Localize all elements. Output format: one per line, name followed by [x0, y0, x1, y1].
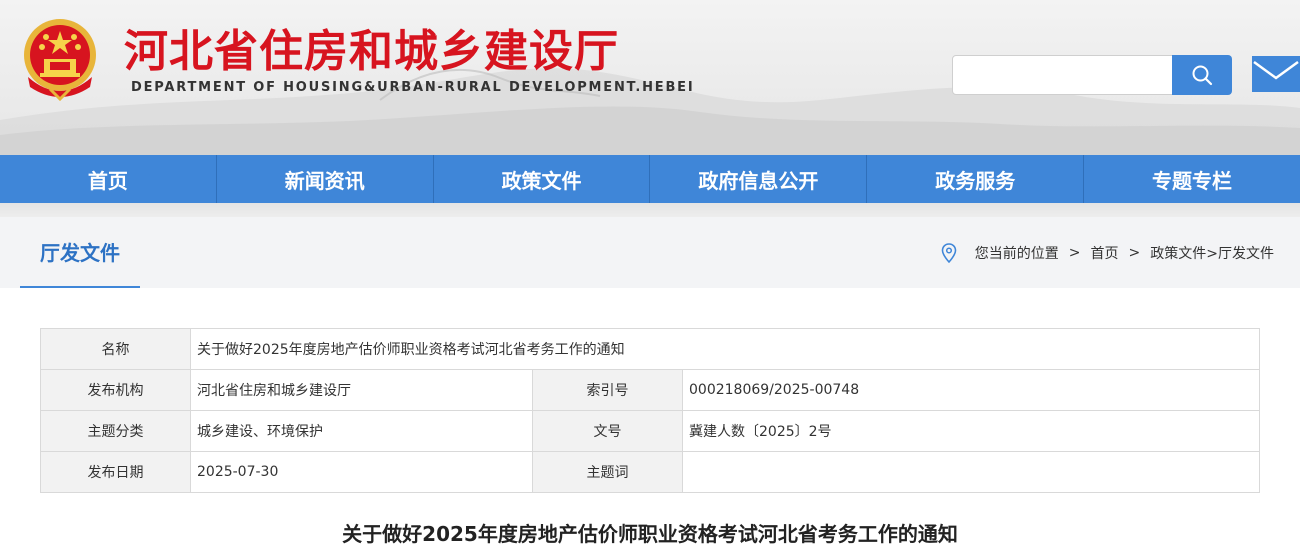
index-value: 000218069/2025-00748 — [682, 369, 1260, 411]
breadcrumb-location-label: 您当前的位置 — [974, 246, 1059, 262]
breadcrumb-separator: > — [1068, 245, 1081, 261]
site-header: 河北省住房和城乡建设厅 DEPARTMENT OF HOUSING&URBAN-… — [0, 0, 1300, 155]
mail-icon — [1253, 60, 1299, 80]
topic-label: 主题分类 — [40, 410, 191, 452]
keywords-value — [682, 451, 1260, 493]
name-value: 关于做好2025年度房地产估价师职业资格考试河北省考务工作的通知 — [190, 328, 1260, 370]
document-title: 关于做好2025年度房地产估价师职业资格考试河北省考务工作的通知 — [342, 522, 958, 546]
date-label: 发布日期 — [40, 451, 191, 493]
name-label: 名称 — [40, 328, 191, 370]
document-info-table: 名称 关于做好2025年度房地产估价师职业资格考试河北省考务工作的通知 发布机构… — [40, 328, 1260, 493]
doc-no-label: 文号 — [532, 410, 683, 452]
section-title[interactable]: 厅发文件 — [20, 217, 140, 288]
publisher-value: 河北省住房和城乡建设厅 — [190, 369, 533, 411]
breadcrumb-separator: > — [1128, 245, 1141, 261]
location-pin-icon — [941, 243, 957, 263]
table-row: 发布日期 2025-07-30 主题词 — [40, 451, 1260, 493]
national-emblem-icon[interactable] — [20, 15, 100, 102]
index-label: 索引号 — [532, 369, 683, 411]
nav-item-services[interactable]: 政务服务 — [867, 155, 1085, 203]
breadcrumb-home-link[interactable]: 首页 — [1091, 243, 1119, 263]
search-icon — [1192, 65, 1213, 86]
site-title[interactable]: 河北省住房和城乡建设厅 — [124, 24, 619, 80]
topic-value: 城乡建设、环境保护 — [190, 410, 533, 452]
nav-item-policy[interactable]: 政策文件 — [434, 155, 651, 203]
search-input[interactable] — [952, 55, 1173, 95]
table-row: 主题分类 城乡建设、环境保护 文号 冀建人数〔2025〕2号 — [40, 410, 1260, 452]
nav-item-topics[interactable]: 专题专栏 — [1084, 155, 1300, 203]
nav-item-home[interactable]: 首页 — [0, 155, 217, 203]
breadcrumb-path-link[interactable]: 政策文件>厅发文件 — [1150, 243, 1274, 263]
mail-button[interactable] — [1252, 56, 1300, 92]
nav-divider — [0, 203, 1300, 217]
doc-no-value: 冀建人数〔2025〕2号 — [682, 410, 1260, 452]
site-subtitle: DEPARTMENT OF HOUSING&URBAN-RURAL DEVELO… — [131, 80, 695, 95]
table-row: 名称 关于做好2025年度房地产估价师职业资格考试河北省考务工作的通知 — [40, 328, 1260, 370]
keywords-label: 主题词 — [532, 451, 683, 493]
search-button[interactable] — [1172, 55, 1232, 95]
table-row: 发布机构 河北省住房和城乡建设厅 索引号 000218069/2025-0074… — [40, 369, 1260, 411]
date-value: 2025-07-30 — [190, 451, 533, 493]
breadcrumb: 您当前的位置 > 首页 > 政策文件>厅发文件 — [941, 242, 1274, 264]
publisher-label: 发布机构 — [40, 369, 191, 411]
nav-item-news[interactable]: 新闻资讯 — [217, 155, 434, 203]
main-nav: 首页 新闻资讯 政策文件 政府信息公开 政务服务 专题专栏 — [0, 155, 1300, 203]
nav-item-gov-info[interactable]: 政府信息公开 — [650, 155, 868, 203]
